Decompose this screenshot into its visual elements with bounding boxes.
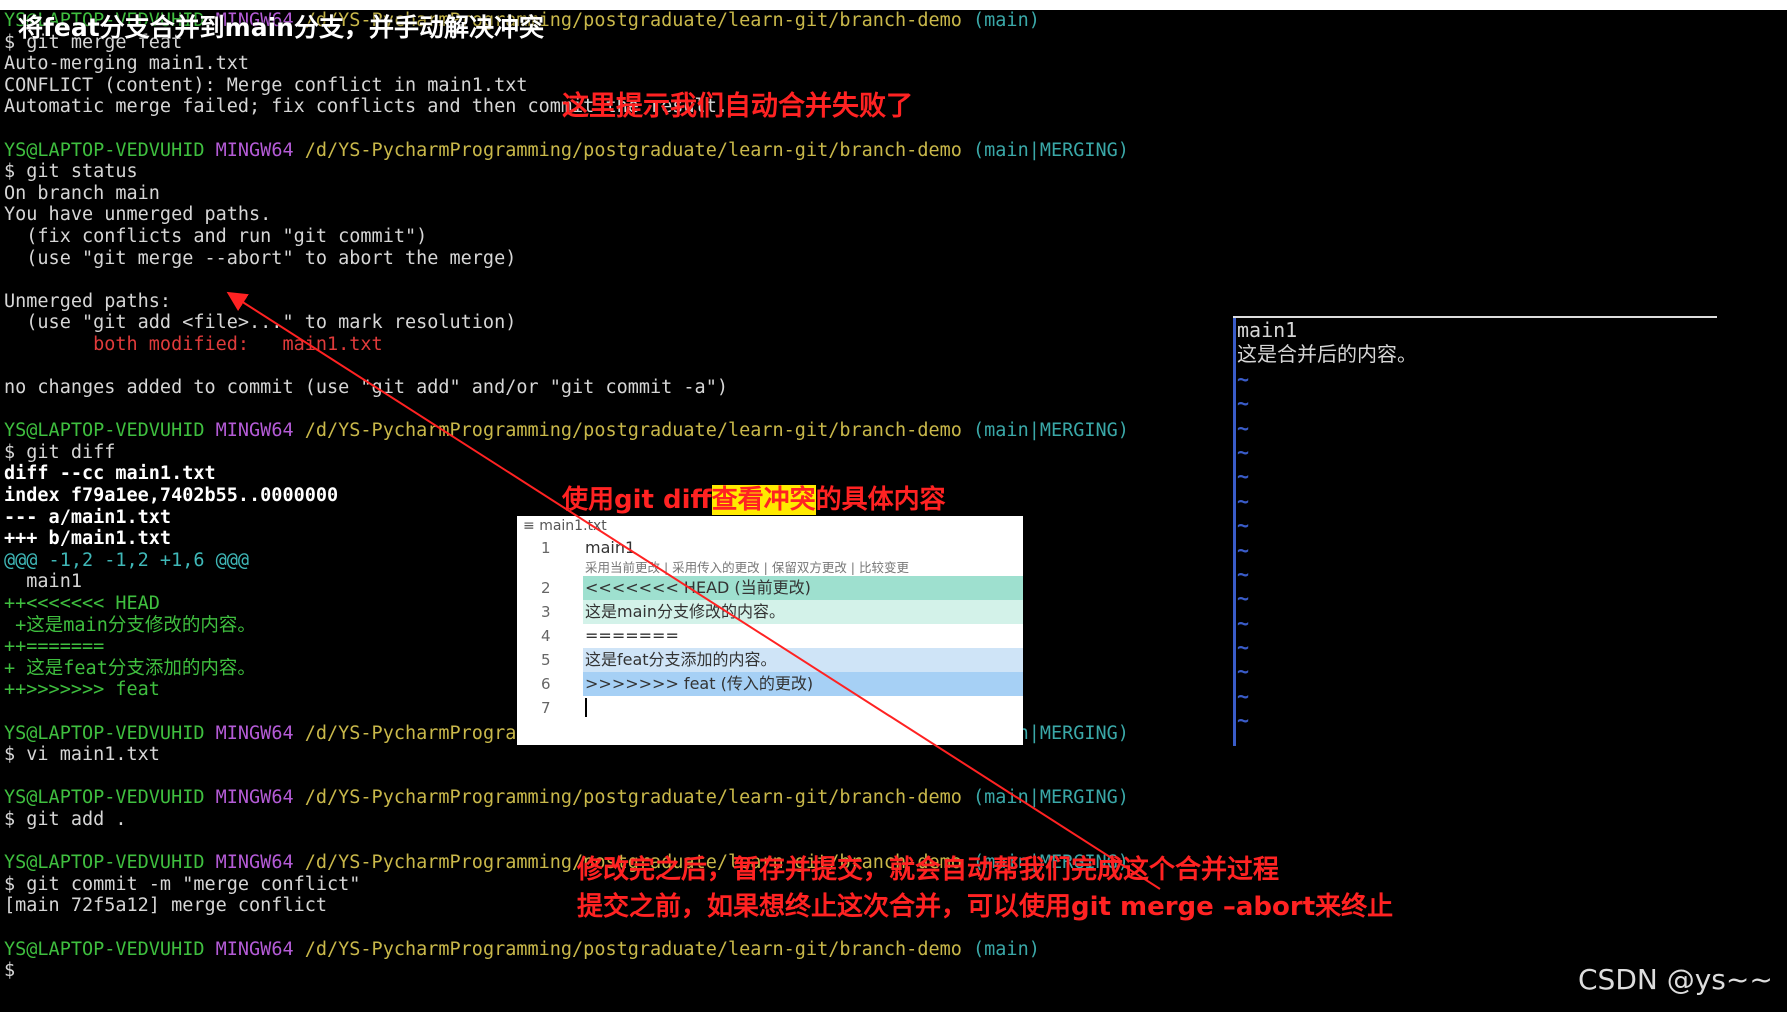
- annotation-arrows: [226, 291, 1161, 890]
- arrow-to-abort-hint: [226, 291, 1161, 890]
